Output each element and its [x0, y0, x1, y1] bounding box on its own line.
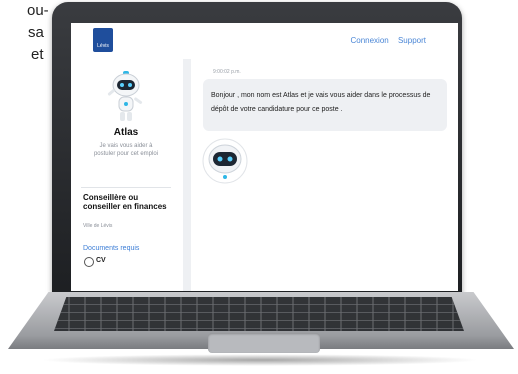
atlas-robot-icon: [107, 71, 143, 121]
job-organization: Ville de Lévis: [83, 223, 113, 229]
logo-text: Lévis: [97, 43, 109, 49]
laptop-screen: Lévis Connexion Support Atlas Je vais vo…: [71, 23, 458, 291]
background-text-line-2: sa: [28, 24, 44, 41]
sidebar-divider: [81, 187, 171, 188]
sidebar: Atlas Je vais vous aider à postuler pour…: [71, 59, 181, 291]
background-text-line-3: et: [31, 46, 44, 63]
trackpad: [208, 333, 320, 353]
job-title: Conseillère ou conseiller en finances: [83, 193, 167, 211]
atlas-avatar-icon: [202, 138, 248, 184]
panel-divider: [183, 59, 191, 291]
cv-label: CV: [96, 257, 106, 264]
login-link[interactable]: Connexion: [350, 36, 388, 45]
support-link[interactable]: Support: [398, 36, 426, 45]
laptop-shadow: [40, 354, 480, 366]
cv-radio[interactable]: [84, 257, 94, 267]
background-text-line-1: ou-: [27, 2, 49, 19]
background-text: ou- sa et: [0, 0, 49, 66]
top-nav: Connexion Support: [343, 36, 426, 45]
keyboard-rows: [54, 297, 464, 331]
assistant-description: Je vais vous aider à postuler pour cet e…: [93, 143, 159, 157]
required-documents-label: Documents requis: [83, 245, 140, 252]
chat-panel: 9:00:02 p.m. Bonjour , mon nom est Atlas…: [191, 59, 458, 291]
top-bar: Lévis Connexion Support: [71, 23, 458, 59]
city-logo[interactable]: Lévis: [93, 28, 113, 52]
assistant-message-bubble: Bonjour , mon nom est Atlas et je vais v…: [203, 79, 447, 131]
assistant-name: Atlas: [113, 127, 139, 138]
message-timestamp: 9:00:02 p.m.: [213, 69, 241, 75]
